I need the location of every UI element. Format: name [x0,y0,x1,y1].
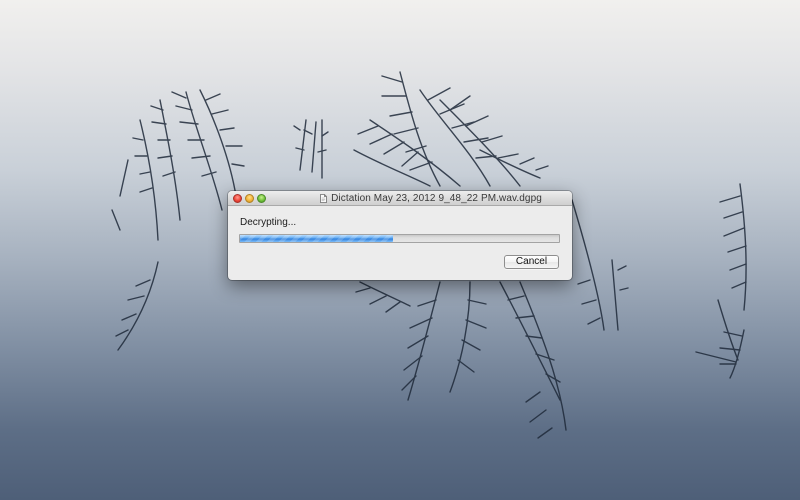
progress-bar [239,234,560,243]
document-icon [320,193,327,203]
close-button-icon[interactable] [233,194,242,203]
window-titlebar[interactable]: Dictation May 23, 2012 9_48_22 PM.wav.dg… [228,191,572,206]
zoom-button-icon[interactable] [257,194,266,203]
cancel-button[interactable]: Cancel [504,255,559,269]
decrypt-progress-window: Dictation May 23, 2012 9_48_22 PM.wav.dg… [228,191,572,280]
minimize-button-icon[interactable] [245,194,254,203]
progress-bar-fill [240,235,394,242]
window-title-area: Dictation May 23, 2012 9_48_22 PM.wav.dg… [298,191,564,205]
desktop-wallpaper: Dictation May 23, 2012 9_48_22 PM.wav.dg… [0,0,800,500]
status-label: Decrypting... [240,217,297,228]
window-title: Dictation May 23, 2012 9_48_22 PM.wav.dg… [331,192,542,204]
